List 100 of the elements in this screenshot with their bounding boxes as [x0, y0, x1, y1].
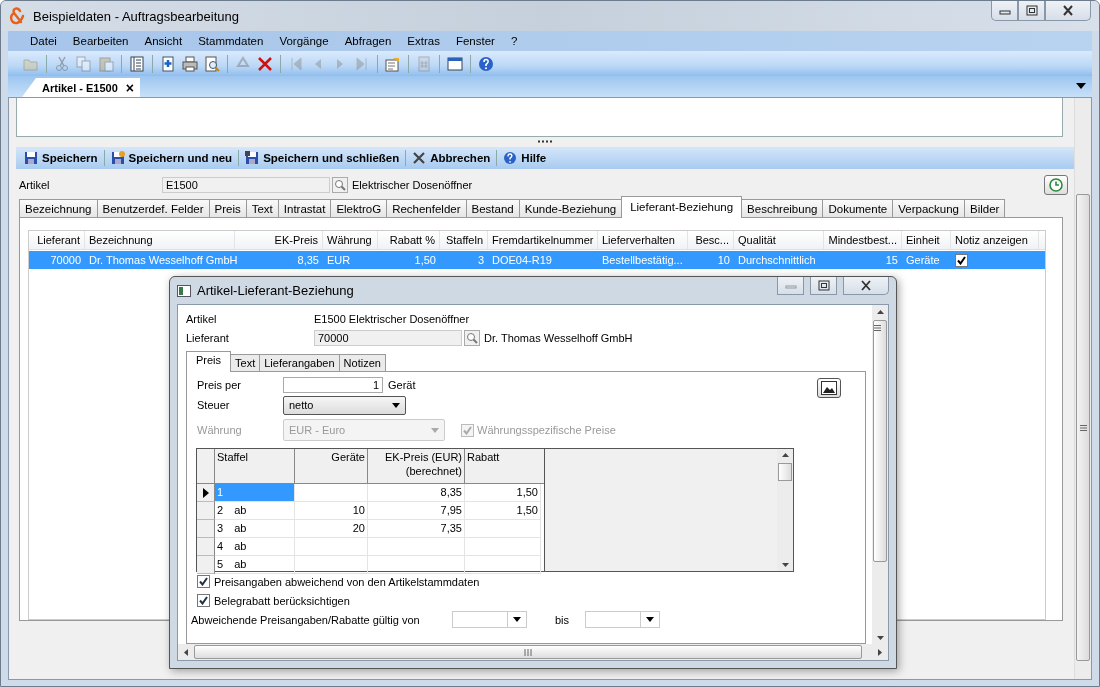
table-cell: 7,95 — [368, 502, 465, 520]
save-icon — [110, 151, 125, 165]
table-cell: 1 — [215, 484, 295, 502]
tab[interactable]: Bezeichnung — [19, 199, 98, 218]
maximize-button[interactable] — [1018, 1, 1045, 21]
column-header[interactable]: Staffeln — [440, 231, 488, 249]
dialog-title: Artikel-Lieferant-Beziehung — [197, 283, 354, 298]
date-field[interactable] — [585, 611, 661, 628]
unit-label: Gerät — [388, 379, 416, 391]
tab[interactable]: Notizen — [338, 354, 386, 372]
supplier-number-field[interactable]: 70000 — [314, 329, 462, 346]
article-description: Elektrischer Dosenöffner — [352, 179, 473, 191]
article-number-field[interactable]: E1500 — [162, 177, 330, 193]
column-header[interactable]: Staffel — [215, 449, 295, 483]
scroll-up-arrow-icon[interactable] — [876, 310, 884, 314]
image-button[interactable] — [817, 378, 841, 398]
column-header[interactable]: Qualität — [734, 231, 824, 249]
window-icon[interactable] — [447, 55, 463, 72]
table-cell: 1,50 — [465, 502, 541, 520]
menu-item[interactable]: Ansicht — [136, 35, 191, 47]
print-preview-icon[interactable] — [204, 55, 220, 72]
search-icon[interactable] — [464, 329, 480, 346]
scroll-down-arrow-icon[interactable] — [876, 636, 884, 640]
tax-dropdown[interactable]: netto — [283, 395, 406, 415]
menu-item[interactable]: Bearbeiten — [64, 35, 137, 47]
dropdown-arrow-icon[interactable] — [1076, 83, 1086, 89]
column-header[interactable]: Bezeichnung — [85, 231, 235, 249]
scroll-thumb[interactable] — [194, 645, 862, 659]
quantity-field[interactable]: 1 — [283, 377, 383, 393]
checkbox[interactable] — [197, 575, 210, 588]
splitter-handle-icon[interactable] — [538, 140, 552, 143]
date-field[interactable] — [452, 611, 527, 628]
menu-item[interactable]: Fenster — [447, 35, 503, 47]
scroll-grip-icon — [874, 325, 881, 331]
table-cell: 3 ab — [215, 520, 295, 538]
dropdown-arrow-icon — [431, 427, 439, 433]
scroll-down-arrow-icon[interactable] — [781, 563, 789, 567]
minimize-button[interactable] — [777, 277, 804, 295]
scrollbar[interactable] — [872, 305, 888, 644]
checkbox[interactable] — [955, 253, 968, 267]
column-header[interactable]: Lieferverhalten — [598, 231, 688, 249]
column-header[interactable]: Besc... — [688, 231, 734, 249]
close-tab-button[interactable]: × — [125, 79, 134, 96]
list-icon[interactable] — [129, 55, 145, 72]
window-title: Beispieldaten - Auftragsbearbeitung — [33, 8, 239, 24]
column-header[interactable]: Rabatt % — [378, 231, 440, 249]
table-cell-text: 1,50 — [413, 253, 437, 268]
checkbox[interactable] — [197, 594, 210, 607]
menu-item[interactable]: Vorgänge — [271, 35, 337, 47]
scroll-up-arrow-icon[interactable] — [781, 453, 789, 457]
properties-icon[interactable] — [385, 55, 401, 72]
scrollbar[interactable] — [777, 449, 793, 571]
menu-item[interactable]: Extras — [399, 35, 448, 47]
scroll-thumb[interactable] — [1076, 194, 1090, 661]
document-tab[interactable]: Artikel - E1500 × — [22, 78, 140, 97]
column-header[interactable]: Mindestbest... — [824, 231, 902, 249]
menu-item[interactable]: Datei — [22, 35, 65, 47]
restore-icon — [817, 280, 830, 291]
column-header[interactable]: Notiz anzeigen — [951, 231, 1039, 249]
action-button[interactable]: Hilfe — [499, 151, 551, 165]
column-header[interactable]: Rabatt — [465, 449, 541, 483]
tab[interactable]: Rechenfelder — [386, 199, 467, 218]
action-button[interactable]: Speichern — [20, 151, 102, 165]
row-header[interactable] — [197, 484, 215, 502]
column-header[interactable]: Einheit — [902, 231, 951, 249]
menu-item[interactable]: Abfragen — [336, 35, 400, 47]
action-button[interactable]: Speichern und schließen — [241, 151, 404, 165]
tab[interactable]: Text — [230, 354, 261, 372]
column-header[interactable]: EK-Preis (EUR) (berechnet) — [368, 449, 465, 483]
action-button[interactable]: Abbrechen — [408, 151, 495, 165]
table-cell: 1,50 — [465, 484, 541, 502]
scroll-thumb[interactable] — [873, 320, 887, 562]
table-cell: 20 — [295, 520, 368, 538]
field-label: Abweichende Preisangaben/Rabatte gültig von — [191, 613, 421, 626]
menu-item[interactable]: ? — [502, 35, 526, 47]
search-icon[interactable] — [332, 177, 348, 193]
action-button[interactable]: Speichern und neu — [106, 151, 237, 165]
scroll-left-arrow-icon[interactable] — [184, 648, 188, 656]
delete-icon[interactable] — [257, 55, 273, 72]
maximize-button[interactable] — [810, 277, 837, 295]
scroll-thumb[interactable] — [778, 463, 792, 481]
menu-item[interactable]: Stammdaten — [190, 35, 272, 47]
tab[interactable]: Lieferant-Beziehung — [621, 196, 743, 218]
column-header[interactable]: Fremdartikelnummer — [488, 231, 598, 249]
scroll-right-arrow-icon[interactable] — [878, 648, 882, 656]
new-document-icon[interactable] — [160, 55, 176, 72]
scrollbar[interactable] — [1074, 98, 1091, 679]
help-icon[interactable] — [478, 55, 494, 72]
history-button[interactable] — [1044, 175, 1068, 195]
column-header[interactable]: Lieferant — [29, 231, 85, 249]
close-button[interactable] — [843, 277, 889, 295]
close-button[interactable] — [1045, 1, 1091, 21]
scrollbar[interactable] — [178, 644, 888, 660]
tab[interactable]: Lieferangaben — [259, 354, 340, 372]
table-cell: 10 — [295, 502, 368, 520]
printer-icon[interactable] — [182, 55, 198, 72]
column-header[interactable]: EK-Preis — [235, 231, 323, 249]
column-header[interactable]: Geräte — [295, 449, 368, 483]
tab[interactable]: Preis — [186, 351, 232, 372]
column-header[interactable]: Währung — [323, 231, 378, 249]
